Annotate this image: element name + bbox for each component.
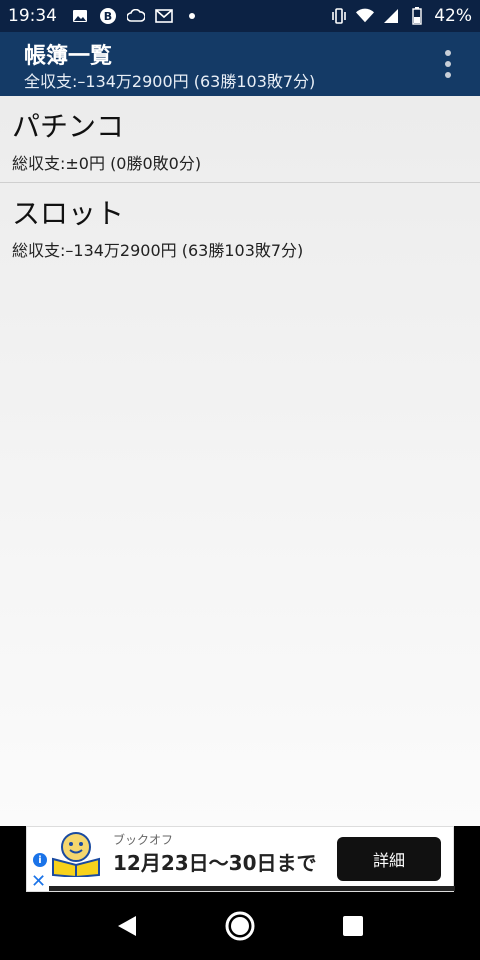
list-item-pachinko[interactable]: パチンコ 総収支:±0円 (0勝0敗0分) (0, 96, 480, 182)
recents-icon[interactable] (333, 906, 373, 946)
app-notification-icon: B (99, 7, 117, 25)
ad-details-button[interactable]: 詳細 (337, 837, 441, 881)
list-item-summary: 総収支:–134万2900円 (63勝103敗7分) (12, 241, 304, 260)
list-item-summary: 総収支:±0円 (0勝0敗0分) (12, 154, 202, 173)
wifi-icon (356, 7, 375, 25)
vibrate-icon (330, 7, 348, 25)
total-summary: 全収支:–134万2900円 (63勝103敗7分) (24, 72, 316, 91)
ad-close-icon[interactable]: ✕ (31, 873, 46, 891)
ad-info-icon[interactable]: i (33, 853, 47, 867)
cloud-notification-icon (127, 7, 145, 25)
page-title: 帳簿一覧 (24, 44, 113, 69)
list-item-slot[interactable]: スロット 総収支:–134万2900円 (63勝103敗7分) (0, 182, 480, 268)
battery-percent: 42% (434, 6, 472, 26)
list-item-title: パチンコ (12, 110, 125, 143)
ad-headline: 12月23日〜30日まで (113, 851, 317, 875)
svg-text:B: B (104, 10, 112, 23)
image-notification-icon (71, 7, 89, 25)
dot-notification-icon (183, 7, 201, 25)
ad-logo (49, 831, 103, 879)
status-bar: 19:34 B 42% (0, 0, 480, 32)
ad-progress-bar (49, 886, 455, 891)
back-icon[interactable] (107, 906, 147, 946)
ad-advertiser: ブックオフ (113, 833, 174, 847)
status-time: 19:34 (8, 6, 57, 26)
app-bar: 帳簿一覧 全収支:–134万2900円 (63勝103敗7分) (0, 32, 480, 96)
ledger-list: パチンコ 総収支:±0円 (0勝0敗0分) スロット 総収支:–134万2900… (0, 96, 480, 826)
ad-banner[interactable]: i ✕ ブックオフ 12月23日〜30日まで 詳細 (26, 826, 455, 892)
more-vert-icon[interactable] (440, 46, 456, 82)
navigation-bar (0, 892, 480, 960)
battery-icon (408, 7, 426, 25)
mail-notification-icon (155, 7, 173, 25)
screen: 19:34 B 42% 帳簿一覧 全収支:–134万2900円 (63勝103敗… (0, 0, 480, 960)
signal-icon (382, 7, 400, 25)
list-item-title: スロット (12, 197, 125, 230)
home-icon[interactable] (220, 906, 260, 946)
